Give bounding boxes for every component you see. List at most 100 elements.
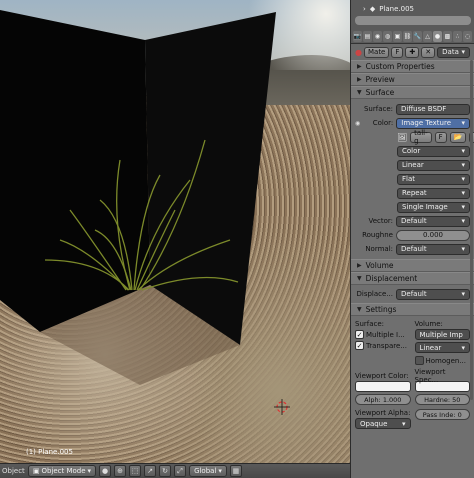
pivot-icon[interactable]: ⊕ xyxy=(114,465,127,477)
chevron-down-icon: ▾ xyxy=(461,290,465,298)
orientation-select[interactable]: Global ▾ xyxy=(189,465,227,477)
projection-select[interactable]: Flat ▾ xyxy=(397,173,470,185)
layer-grid-icon[interactable]: ▦ xyxy=(229,465,242,477)
section-volume[interactable]: ▶ Volume xyxy=(351,259,474,272)
3d-cursor xyxy=(274,399,290,415)
chevron-down-icon: ▾ xyxy=(461,217,465,225)
viewport-specular-label: Viewport Spec... xyxy=(414,367,446,384)
expand-down-icon: ▼ xyxy=(357,89,362,96)
material-slot-row: ● Mate F ✚ ✕ Data ▾ xyxy=(351,44,474,60)
link-data-select[interactable]: Data ▾ xyxy=(437,46,470,58)
scene-geometry xyxy=(0,10,290,415)
chevron-down-icon: ▾ xyxy=(461,161,465,169)
source-select[interactable]: Single Image ▾ xyxy=(397,201,470,213)
color-input-select[interactable]: Image Texture ▾ xyxy=(396,117,470,129)
surface-shader-select[interactable]: Diffuse BSDF xyxy=(396,103,470,115)
constraints-tab-icon[interactable]: ⛓ xyxy=(403,31,412,42)
add-material-button[interactable]: ✚ xyxy=(405,46,420,58)
color-space-select[interactable]: Color ▾ xyxy=(397,145,470,157)
socket-icon: ◉ xyxy=(355,119,361,127)
scale-icon[interactable]: ⤢ xyxy=(174,465,187,477)
chevron-down-icon: ▾ xyxy=(461,175,465,183)
physics-tab-icon[interactable]: ◌ xyxy=(463,31,472,42)
panel-scroll-indicator[interactable] xyxy=(470,60,473,400)
modifiers-tab-icon[interactable]: 🔧 xyxy=(413,31,422,42)
render-tab-icon[interactable]: 📷 xyxy=(353,31,362,42)
3d-viewport[interactable]: (1) Plane.005 xyxy=(0,0,350,463)
viewport-color-column: Viewport Color: Alph: 1.000 xyxy=(355,370,411,405)
vector-select[interactable]: Default ▾ xyxy=(396,215,470,227)
image-name-field[interactable]: tall-g xyxy=(410,129,432,145)
chevron-down-icon: ▾ xyxy=(461,119,465,127)
image-datablock-row: 🖼 tall-g F 📂 ✕ xyxy=(351,129,474,145)
material-name-field[interactable]: Mate xyxy=(363,46,390,58)
expand-down-icon: ▼ xyxy=(357,306,362,313)
section-surface[interactable]: ▼ Surface xyxy=(351,86,474,99)
open-image-button[interactable]: 📂 xyxy=(449,131,467,143)
chevron-down-icon: ▾ xyxy=(461,147,465,155)
color-input-row: ◉ Color: Image Texture ▾ xyxy=(351,116,474,130)
unlink-material-button[interactable]: ✕ xyxy=(421,46,436,58)
viewport-alpha-field[interactable]: Alph: 1.000 xyxy=(355,394,411,405)
homogeneous-option[interactable]: Homogen... xyxy=(414,355,471,366)
fake-user-button[interactable]: F xyxy=(391,46,404,58)
checkbox-checked-icon[interactable]: ✓ xyxy=(355,330,364,339)
chevron-down-icon: ▾ xyxy=(461,203,465,211)
layers-tab-icon[interactable]: ▤ xyxy=(363,31,372,42)
color-space-row: Color ▾ xyxy=(351,144,474,158)
multiple-importance-option[interactable]: ✓ Multiple I... xyxy=(355,329,411,340)
data-tab-icon[interactable]: △ xyxy=(423,31,432,42)
properties-panel: › ◆ Plane.005 📷 ▤ ◉ ◍ ▣ ⛓ 🔧 △ ● ▩ ∴ ◌ ● … xyxy=(350,0,474,478)
object-status-text: (1) Plane.005 xyxy=(26,448,73,456)
interpolation-select[interactable]: Linear ▾ xyxy=(397,159,470,171)
panel-scrollbar[interactable] xyxy=(355,16,471,25)
texture-tab-icon[interactable]: ▩ xyxy=(443,31,452,42)
rotate-icon[interactable]: ↻ xyxy=(159,465,172,477)
manipulator-icon[interactable]: ⬚ xyxy=(129,465,142,477)
viewport-alpha-row: Viewport Alpha: Opaque ▾ Pass Inde: 0 xyxy=(351,407,474,429)
volume-interpolation-select[interactable]: Linear ▾ xyxy=(414,342,470,353)
viewport-specular-column: Viewport Spec... Hardne: 50 xyxy=(414,367,470,405)
shading-mode-icon[interactable]: ● xyxy=(99,465,112,477)
object-tab-icon[interactable]: ▣ xyxy=(393,31,402,42)
hardness-field[interactable]: Hardne: 50 xyxy=(414,394,470,405)
section-custom-properties[interactable]: ▶ Custom Properties xyxy=(351,60,474,73)
checkbox-checked-icon[interactable]: ✓ xyxy=(355,341,364,350)
volume-settings-heading: Volume: xyxy=(414,319,443,328)
section-displacement[interactable]: ▼ Displacement xyxy=(351,272,474,285)
normal-select[interactable]: Default ▾ xyxy=(396,243,470,255)
transparent-shadows-option[interactable]: ✓ Transpare... xyxy=(355,340,411,351)
object-mode-select[interactable]: ▣ Object Mode ▾ xyxy=(27,465,97,477)
section-preview[interactable]: ▶ Preview xyxy=(351,73,474,86)
viewport-color-swatch[interactable] xyxy=(355,381,411,392)
scene-tab-icon[interactable]: ◉ xyxy=(373,31,382,42)
particles-tab-icon[interactable]: ∴ xyxy=(453,31,462,42)
source-row: Single Image ▾ xyxy=(351,200,474,214)
translate-icon[interactable]: ↗ xyxy=(144,465,157,477)
cube-icon: ▣ xyxy=(32,467,40,475)
section-settings[interactable]: ▼ Settings xyxy=(351,303,474,316)
panel-header: › ◆ Plane.005 xyxy=(351,0,474,30)
chevron-right-icon: › xyxy=(363,5,366,13)
extension-select[interactable]: Repeat ▾ xyxy=(397,187,470,199)
settings-surface-column: Surface: ✓ Multiple I... ✓ Transpare... xyxy=(355,318,411,366)
world-tab-icon[interactable]: ◍ xyxy=(383,31,392,42)
image-fake-user-button[interactable]: F xyxy=(434,131,447,143)
roughness-field[interactable]: 0.000 xyxy=(396,229,470,241)
menu-object[interactable]: Object xyxy=(2,467,25,475)
projection-row: Flat ▾ xyxy=(351,172,474,186)
viewport-header: Object ▣ Object Mode ▾ ● ⊕ ⬚ ↗ ↻ ⤢ Globa… xyxy=(0,463,350,478)
normal-row: Normal: Default ▾ xyxy=(351,242,474,256)
breadcrumb: › ◆ Plane.005 xyxy=(363,5,414,13)
viewport-alpha-column: Viewport Alpha: Opaque ▾ xyxy=(355,407,411,429)
viewport-alpha-select[interactable]: Opaque ▾ xyxy=(355,418,411,429)
chevron-down-icon: ▾ xyxy=(461,245,465,253)
viewport-color-label: Viewport Color: xyxy=(355,371,409,380)
volume-sampling-select[interactable]: Multiple Imp xyxy=(414,329,470,340)
material-tab-icon[interactable]: ● xyxy=(433,31,442,42)
pass-index-field[interactable]: Pass Inde: 0 xyxy=(414,409,470,420)
plane-left-face xyxy=(0,10,150,332)
chevron-down-icon: ▾ xyxy=(461,189,465,197)
displacement-select[interactable]: Default ▾ xyxy=(396,288,470,300)
checkbox-unchecked-icon[interactable] xyxy=(414,356,424,365)
